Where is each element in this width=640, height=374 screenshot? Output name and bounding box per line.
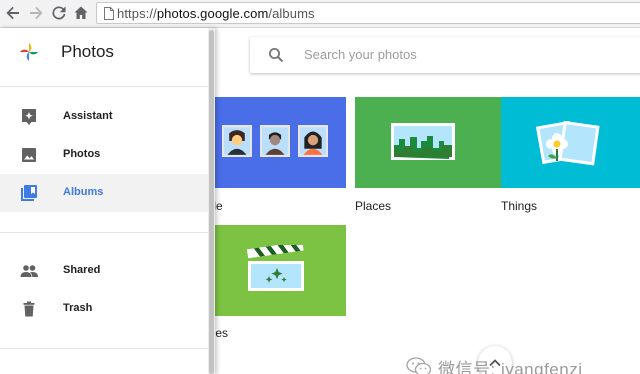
people-icon <box>20 265 38 277</box>
albums-icon <box>21 185 37 201</box>
document-icon <box>104 7 114 20</box>
navigation-drawer: Photos Assistant Photos Albums Shared Tr… <box>0 28 215 374</box>
search-bar[interactable]: Search your photos <box>250 37 640 73</box>
drawer-header: Photos <box>0 28 215 76</box>
album-tile-movies[interactable] <box>200 225 346 316</box>
divider <box>0 348 208 349</box>
person-icon <box>260 125 290 157</box>
sidebar-item-shared[interactable]: Shared <box>0 252 208 290</box>
trash-icon <box>23 301 35 317</box>
divider <box>0 232 208 233</box>
album-label-things[interactable]: Things <box>501 199 537 213</box>
assistant-icon <box>22 109 36 125</box>
sidebar-item-trash[interactable]: Trash <box>0 290 208 328</box>
url-host: photos.google.com <box>156 6 269 21</box>
clapperboard-icon <box>246 245 304 291</box>
wechat-icon <box>406 357 432 374</box>
scrollbar-thumb[interactable] <box>209 30 214 374</box>
sidebar-item-albums[interactable]: Albums <box>0 174 208 212</box>
watermark-text: 微信号: iyangfenzi <box>438 359 583 374</box>
album-tile-things[interactable] <box>501 97 640 188</box>
wechat-watermark: 微信号: iyangfenzi <box>406 356 583 374</box>
search-input[interactable]: Search your photos <box>304 47 417 62</box>
person-icon <box>298 125 328 157</box>
address-bar[interactable]: https://photos.google.com/albums <box>96 2 640 24</box>
sidebar-item-assistant[interactable]: Assistant <box>0 98 208 136</box>
flower-photos-icon <box>535 120 600 166</box>
sidebar-item-label: Albums <box>63 186 104 198</box>
forward-arrow-icon[interactable] <box>27 4 45 22</box>
url-text: https://photos.google.com/albums <box>117 6 315 21</box>
drawer-scrollbar[interactable] <box>208 28 215 374</box>
album-label-places[interactable]: Places <box>355 199 391 213</box>
search-icon[interactable] <box>268 47 284 63</box>
sidebar-item-label: Assistant <box>63 110 113 122</box>
sidebar-item-label: Shared <box>63 264 101 276</box>
sidebar-item-label: Trash <box>63 302 93 314</box>
reload-icon[interactable] <box>50 4 68 22</box>
browser-toolbar: https://photos.google.com/albums <box>0 0 640 28</box>
album-tile-places[interactable] <box>355 97 501 188</box>
url-scheme: https:// <box>117 6 157 21</box>
home-icon[interactable] <box>72 4 90 22</box>
back-arrow-icon[interactable] <box>4 4 22 22</box>
google-photos-pinwheel-icon[interactable] <box>18 41 40 63</box>
album-tile-people[interactable] <box>200 97 346 188</box>
url-path: /albums <box>268 6 315 21</box>
sidebar-item-label: Photos <box>63 148 101 160</box>
sidebar-item-photos[interactable]: Photos <box>0 136 208 174</box>
person-icon <box>222 125 252 157</box>
city-skyline-icon <box>391 123 455 160</box>
divider <box>0 86 208 87</box>
drawer-title: Photos <box>61 42 114 61</box>
photo-icon <box>22 148 36 162</box>
